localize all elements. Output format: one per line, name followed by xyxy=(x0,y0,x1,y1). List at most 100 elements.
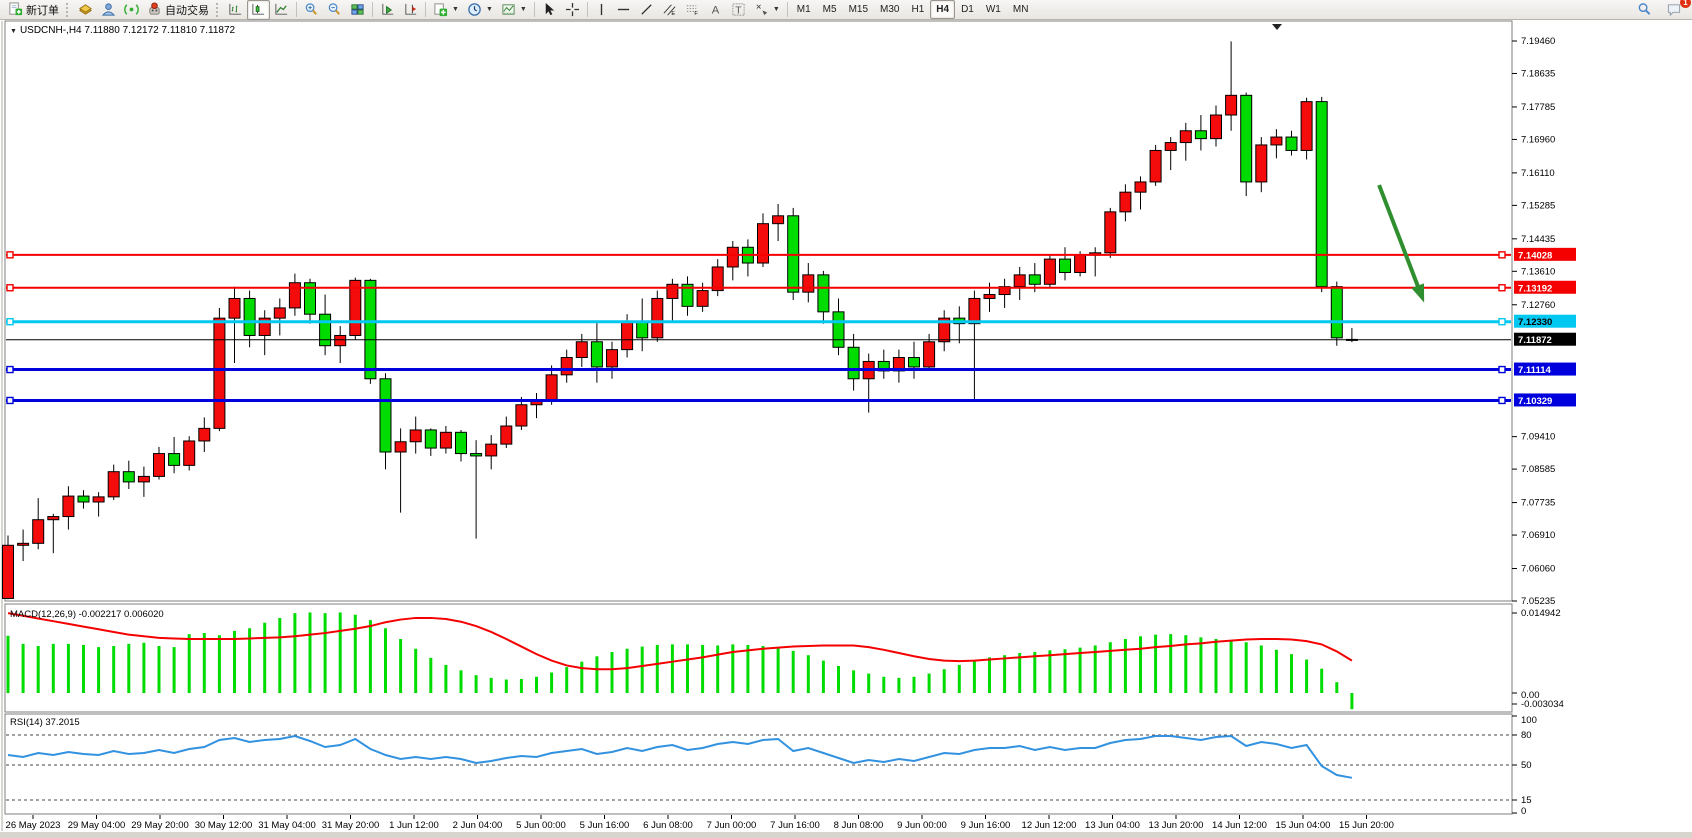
timeframe-m15-button[interactable]: M15 xyxy=(843,0,874,19)
candle-body xyxy=(833,312,844,347)
timeframe-d1-button[interactable]: D1 xyxy=(955,0,980,19)
auto-scroll-button[interactable] xyxy=(376,0,399,20)
chart-shift-button[interactable] xyxy=(399,0,422,20)
hline-anchor xyxy=(1499,397,1505,403)
candle-body xyxy=(33,520,44,544)
line-chart-icon xyxy=(274,2,289,17)
signals-button[interactable] xyxy=(120,0,143,20)
zoom-out-icon xyxy=(327,2,342,17)
candle-body xyxy=(93,497,104,502)
candle-body xyxy=(1105,212,1116,253)
text-label-button[interactable]: T xyxy=(727,0,750,20)
candle-body xyxy=(924,342,935,367)
candle-body xyxy=(1075,255,1086,272)
autotrading-button[interactable]: 自动交易 xyxy=(143,0,213,20)
hline-anchor xyxy=(7,252,13,258)
dropdown-caret-icon: ▼ xyxy=(452,6,459,13)
profiles-button[interactable] xyxy=(97,0,120,20)
zoom-out-button[interactable] xyxy=(323,0,346,20)
candle-body xyxy=(1150,150,1161,181)
fibonacci-button[interactable]: F xyxy=(681,0,704,20)
charts-button[interactable] xyxy=(74,0,97,20)
timeframe-mn-button[interactable]: MN xyxy=(1007,0,1035,19)
candle-body xyxy=(169,454,180,466)
time-tick-label: 30 May 12:00 xyxy=(195,820,253,831)
trendline-button[interactable] xyxy=(635,0,658,20)
horizontal-line-icon xyxy=(616,2,631,17)
pane-borders xyxy=(0,21,1692,838)
horizontal-line-button[interactable] xyxy=(612,0,635,20)
hline-anchor xyxy=(7,319,13,325)
price-tick-label: 7.09410 xyxy=(1521,432,1555,443)
zoom-in-button[interactable] xyxy=(300,0,323,20)
tile-windows-button[interactable] xyxy=(346,0,369,20)
macd-indicator-label: MACD(12,26,9) -0.002217 0.006020 xyxy=(10,609,164,620)
candle-body xyxy=(229,298,240,318)
price-tick-label: 7.13610 xyxy=(1521,266,1555,277)
chart-menu-triangle-icon[interactable]: ▼ xyxy=(10,28,17,35)
chart-canvas[interactable]: 7.194607.186357.177857.169607.161107.152… xyxy=(0,0,1692,838)
candle-body xyxy=(773,216,784,224)
price-tick-label: 7.15285 xyxy=(1521,200,1555,211)
candle-body xyxy=(138,476,149,482)
candle-body xyxy=(335,335,346,345)
candle-body xyxy=(727,247,738,267)
svg-text:15: 15 xyxy=(1521,795,1532,806)
timeframe-m30-button[interactable]: M30 xyxy=(874,0,905,19)
periods-button[interactable]: ▼ xyxy=(463,0,497,20)
timeframe-m5-button[interactable]: M5 xyxy=(817,0,843,19)
svg-text:7.12330: 7.12330 xyxy=(1518,317,1552,328)
vertical-line-button[interactable] xyxy=(591,0,612,20)
candle-body xyxy=(380,379,391,452)
new-order-button[interactable]: 新订单 xyxy=(4,0,63,20)
candle-body xyxy=(1211,115,1222,139)
dropdown-caret-icon: ▼ xyxy=(520,6,527,13)
main-toolbar: 新订单 自动交易 ▼ ▼ xyxy=(0,0,1692,20)
price-axis[interactable]: 7.194607.186357.177857.169607.161107.152… xyxy=(1512,36,1576,607)
line-chart-button[interactable] xyxy=(270,0,293,20)
price-tick-label: 7.06060 xyxy=(1521,564,1555,575)
time-tick-label: 29 May 04:00 xyxy=(68,820,126,831)
timeframe-h4-button[interactable]: H4 xyxy=(930,0,955,19)
time-tick-label: 13 Jun 20:00 xyxy=(1149,820,1204,831)
candle-body xyxy=(1316,102,1327,287)
time-axis[interactable]: 26 May 202329 May 04:0029 May 20:0030 Ma… xyxy=(6,815,1394,831)
candle-body xyxy=(667,284,678,298)
time-tick-label: 26 May 2023 xyxy=(6,820,61,831)
candle-body xyxy=(501,426,512,444)
candle-body xyxy=(546,375,557,401)
new-chart-button[interactable]: ▼ xyxy=(429,0,463,20)
templates-button[interactable]: ▼ xyxy=(497,0,531,20)
svg-text:T: T xyxy=(735,5,742,16)
timeframe-m1-button[interactable]: M1 xyxy=(791,0,817,19)
text-button[interactable]: A xyxy=(704,0,727,20)
svg-text:7.11114: 7.11114 xyxy=(1518,365,1551,376)
time-tick-label: 14 Jun 12:00 xyxy=(1212,820,1267,831)
candlestick-chart-button[interactable] xyxy=(247,0,270,20)
time-tick-label: 5 Jun 00:00 xyxy=(516,820,566,831)
notifications-button[interactable]: 1 xyxy=(1662,0,1686,20)
hline-anchor xyxy=(1499,367,1505,373)
candle-body xyxy=(3,545,14,598)
timeframe-w1-button[interactable]: W1 xyxy=(980,0,1007,19)
search-button[interactable] xyxy=(1633,0,1656,20)
equidistant-channel-button[interactable]: E xyxy=(658,0,681,20)
arrows-button[interactable]: ▼ xyxy=(750,0,784,20)
hline-anchor xyxy=(1499,252,1505,258)
timeframe-h1-button[interactable]: H1 xyxy=(905,0,930,19)
candle-body xyxy=(1135,182,1146,192)
autotrading-label: 自动交易 xyxy=(165,2,209,18)
bar-chart-button[interactable] xyxy=(224,0,247,20)
zoom-in-icon xyxy=(304,2,319,17)
cursor-button[interactable] xyxy=(538,0,561,20)
toolbar-separator xyxy=(787,2,788,17)
toolbar-grip xyxy=(216,3,221,17)
toolbar-grip xyxy=(66,3,71,17)
candle-body xyxy=(969,298,980,323)
toolbar-separator xyxy=(296,2,297,17)
crosshair-button[interactable] xyxy=(561,0,584,20)
candle-body xyxy=(486,444,497,456)
candle-body xyxy=(818,275,829,312)
chart-shift-icon xyxy=(403,2,418,17)
price-tick-label: 7.14435 xyxy=(1521,234,1555,245)
